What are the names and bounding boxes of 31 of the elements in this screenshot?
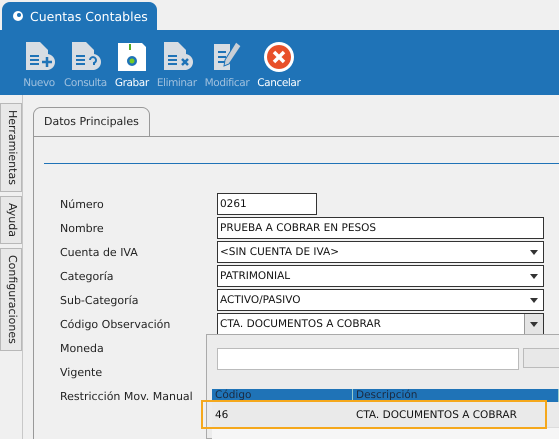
caret-icon bbox=[530, 250, 538, 254]
table-cell-text: 46 bbox=[214, 408, 230, 420]
side-tab[interactable]: Ayuda bbox=[0, 196, 22, 244]
field-label: Código Observación bbox=[59, 318, 172, 330]
field-label: Vigente bbox=[59, 366, 104, 378]
select-field[interactable]: PATRIMONIAL bbox=[217, 265, 544, 287]
field-label: Nombre bbox=[59, 222, 105, 234]
toolbar-button[interactable]: Grabar bbox=[112, 40, 151, 89]
field-label: Sub-Categoría bbox=[59, 294, 140, 306]
caret-icon bbox=[530, 298, 538, 302]
caret-icon bbox=[530, 322, 538, 326]
toolbar-button[interactable]: Cancelar bbox=[255, 40, 302, 89]
select-field[interactable]: CTA. DOCUMENTOS A COBRAR bbox=[217, 313, 544, 335]
field-label: Cuenta de IVA bbox=[59, 246, 139, 258]
tab[interactable]: Datos Principales bbox=[33, 107, 150, 136]
search-field[interactable] bbox=[217, 348, 519, 370]
field-label: Restricción Mov. Manual bbox=[59, 390, 194, 402]
text-field[interactable]: PRUEBA A COBRAR EN PESOS bbox=[217, 217, 544, 239]
select-field[interactable]: <SIN CUENTA DE IVA> bbox=[217, 241, 544, 263]
caret-icon bbox=[530, 274, 538, 278]
field-label: Categoría bbox=[59, 270, 115, 282]
table-cell-text: CTA. DOCUMENTOS A COBRAR bbox=[355, 408, 518, 420]
field-label: Moneda bbox=[59, 342, 105, 354]
field-label: Número bbox=[59, 198, 105, 210]
side-tab[interactable]: Herramientas bbox=[0, 103, 22, 192]
side-tab[interactable]: Configuraciones bbox=[0, 248, 22, 351]
cancel-icon bbox=[262, 40, 296, 74]
select-field[interactable]: ACTIVO/PASIVO bbox=[217, 289, 544, 311]
app-logo-icon bbox=[12, 10, 24, 22]
window-title-text: Cuentas Contables bbox=[30, 8, 148, 24]
text-field[interactable]: 0261 bbox=[217, 193, 317, 215]
